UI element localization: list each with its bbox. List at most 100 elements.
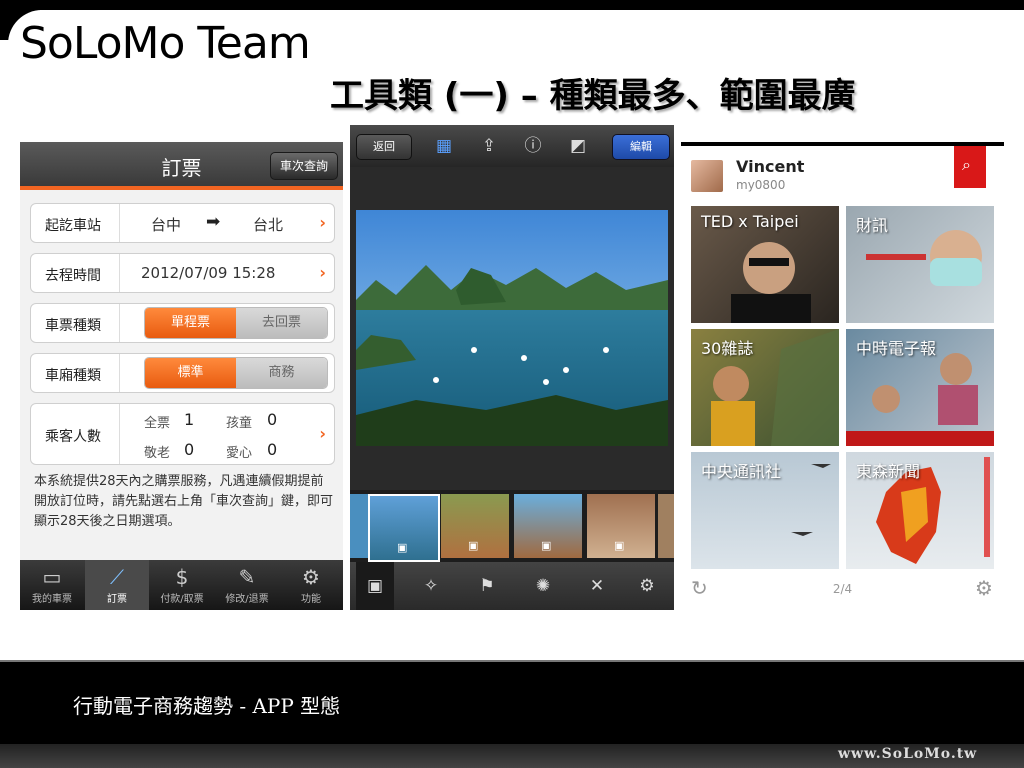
thumbnail[interactable]: ▣ [514,494,582,558]
tile-label: 中時電子報 [856,339,937,358]
tile-label: 東森新聞 [856,462,921,481]
standard-option[interactable]: 標準 [145,358,236,388]
tile-china-times[interactable]: 中時電子報 [846,329,994,446]
thumbnail-selected[interactable]: ▣ [368,494,440,562]
effects-icon[interactable]: ✺ [530,574,556,598]
user-name: Vincent [736,157,805,176]
share-icon[interactable]: ⇪ [478,135,500,157]
full-fare-label: 全票 [144,416,171,431]
booking-note: 本系統提供28天內之購票服務，凡遇連續假期提前開放訂位時，請先點選右上角「車次查… [34,474,334,529]
row-separator [119,354,120,392]
briefcase-icon: ▣ [468,539,479,552]
full-fare-count: 1 [184,410,195,429]
ticket-app-screenshot: 訂票 車次查詢 起訖車站 台中 ➡ 台北 › 去程時間 2012/07/09 1… [20,142,343,610]
slide-title: 工具類 (一) – 種類最多、範圍最廣 [330,76,856,116]
tab-modify[interactable]: ✎ 修改/退票 [215,560,279,610]
tab-label: 訂票 [107,594,127,605]
departure-time-value: 2012/07/09 15:28 [141,264,276,282]
news-app-screenshot: Vincent my0800 ⌕ TED x Taipei 財訊 30雜誌 中時… [681,142,1004,610]
tile-30-magazine[interactable]: 30雜誌 [691,329,839,446]
tab-label: 功能 [301,594,321,605]
chevron-right-icon: › [319,213,326,232]
round-trip-option[interactable]: 去回票 [236,308,327,338]
edit-button[interactable]: 編輯 [612,134,670,160]
senior-label: 敬老 [144,446,171,461]
gear-icon[interactable]: ⚙ [975,576,993,600]
train-query-button[interactable]: 車次查詢 [270,152,338,180]
one-way-option[interactable]: 單程票 [145,308,236,338]
love-count: 0 [267,440,278,459]
close-icon[interactable]: ✕ [584,574,610,598]
car-type-segment: 標準 商務 [144,357,328,389]
departure-time-label: 去程時間 [45,268,101,284]
ticket-type-segment: 單程票 去回票 [144,307,328,339]
child-count: 0 [267,410,278,429]
briefcase-icon: ▣ [614,539,625,552]
tile-wealth-magazine[interactable]: 財訊 [846,206,994,323]
briefcase-icon[interactable]: ▣ [356,562,394,610]
logo: SoLoMo Team [20,18,311,69]
dollar-icon: $ [175,565,189,589]
arrow-right-icon: ➡ [206,212,221,232]
to-station: 台北 [253,216,284,234]
tab-label: 付款/取票 [160,594,204,605]
thumbnail[interactable] [658,494,674,558]
tab-payment[interactable]: $ 付款/取票 [150,560,214,610]
tile-ted-taipei[interactable]: TED x Taipei [691,206,839,323]
gear-icon[interactable]: ⚙ [634,574,660,598]
tab-functions[interactable]: ⚙ 功能 [279,560,343,610]
tile-central-news-agency[interactable]: 中央通訊社 [691,452,839,569]
magic-wand-icon[interactable]: ✧ [418,574,444,598]
senior-count: 0 [184,440,195,459]
station-label: 起訖車站 [45,218,101,234]
tile-label: 財訊 [856,216,889,235]
info-icon[interactable]: ⓘ [522,135,544,157]
tab-label: 修改/退票 [225,594,269,605]
child-label: 孩童 [226,416,253,431]
departure-time-row[interactable]: 去程時間 2012/07/09 15:28 › [30,253,335,293]
ticket-type-row: 車票種類 單程票 去回票 [30,303,335,343]
chevron-right-icon: › [319,263,326,282]
avatar[interactable] [691,160,723,192]
chevron-right-icon: › [319,424,326,443]
edit-icon: ✎ [238,565,256,589]
user-handle: my0800 [736,178,786,192]
business-option[interactable]: 商務 [236,358,327,388]
tab-booking[interactable]: ⟋ 訂票 [85,560,149,610]
compose-icon[interactable]: ◩ [567,135,589,157]
tile-label: 中央通訊社 [701,462,782,481]
search-icon: ⌕ [962,155,971,174]
row-separator [119,204,120,242]
tab-my-tickets[interactable]: ▭ 我的車票 [20,560,84,610]
thumbnail-strip: ▣ ▣ ▣ ▣ [350,490,674,562]
main-photo [356,210,668,446]
photo-bottom-toolbar: ▣ ✧ ⚑ ✺ ✕ ⚙ [350,562,674,610]
station-row[interactable]: 起訖車站 台中 ➡ 台北 › [30,203,335,243]
row-separator [119,404,120,464]
back-button[interactable]: 返回 [356,134,412,160]
row-separator [119,254,120,292]
seat-icon: ⟋ [110,565,124,589]
row-separator [119,304,120,342]
ticket-icon: ▭ [42,565,62,589]
tab-label: 我的車票 [32,594,72,605]
footer-caption: 行動電子商務趨勢 - APP 型態 [73,694,341,718]
tile-label: TED x Taipei [701,212,799,231]
passenger-row[interactable]: 乘客人數 全票 1 孩童 0 敬老 0 愛心 0 › [30,403,335,465]
tile-label: 30雜誌 [701,339,754,358]
car-type-row: 車廂種類 標準 商務 [30,353,335,393]
tile-ettv-news[interactable]: 東森新聞 [846,452,994,569]
footer-url: www.SoLoMo.tw [838,746,978,762]
grid-icon[interactable]: ▦ [433,135,455,157]
gear-icon: ⚙ [302,565,320,589]
ticket-tab-bar: ▭ 我的車票 ⟋ 訂票 $ 付款/取票 ✎ 修改/退票 ⚙ 功能 [20,560,343,610]
flag-icon[interactable]: ⚑ [474,574,500,598]
car-type-label: 車廂種類 [45,368,101,384]
thumbnail[interactable]: ▣ [441,494,509,558]
thumbnail[interactable]: ▣ [587,494,655,558]
top-border [0,0,1024,10]
passenger-label: 乘客人數 [45,429,101,445]
header-accent-line [20,186,343,190]
love-label: 愛心 [226,446,253,461]
photo-app-screenshot: 返回 ▦ ⇪ ⓘ ◩ 編輯 ▣ ▣ ▣ ▣ ▣ ✧ ⚑ ✺ ✕ ⚙ [350,125,674,610]
